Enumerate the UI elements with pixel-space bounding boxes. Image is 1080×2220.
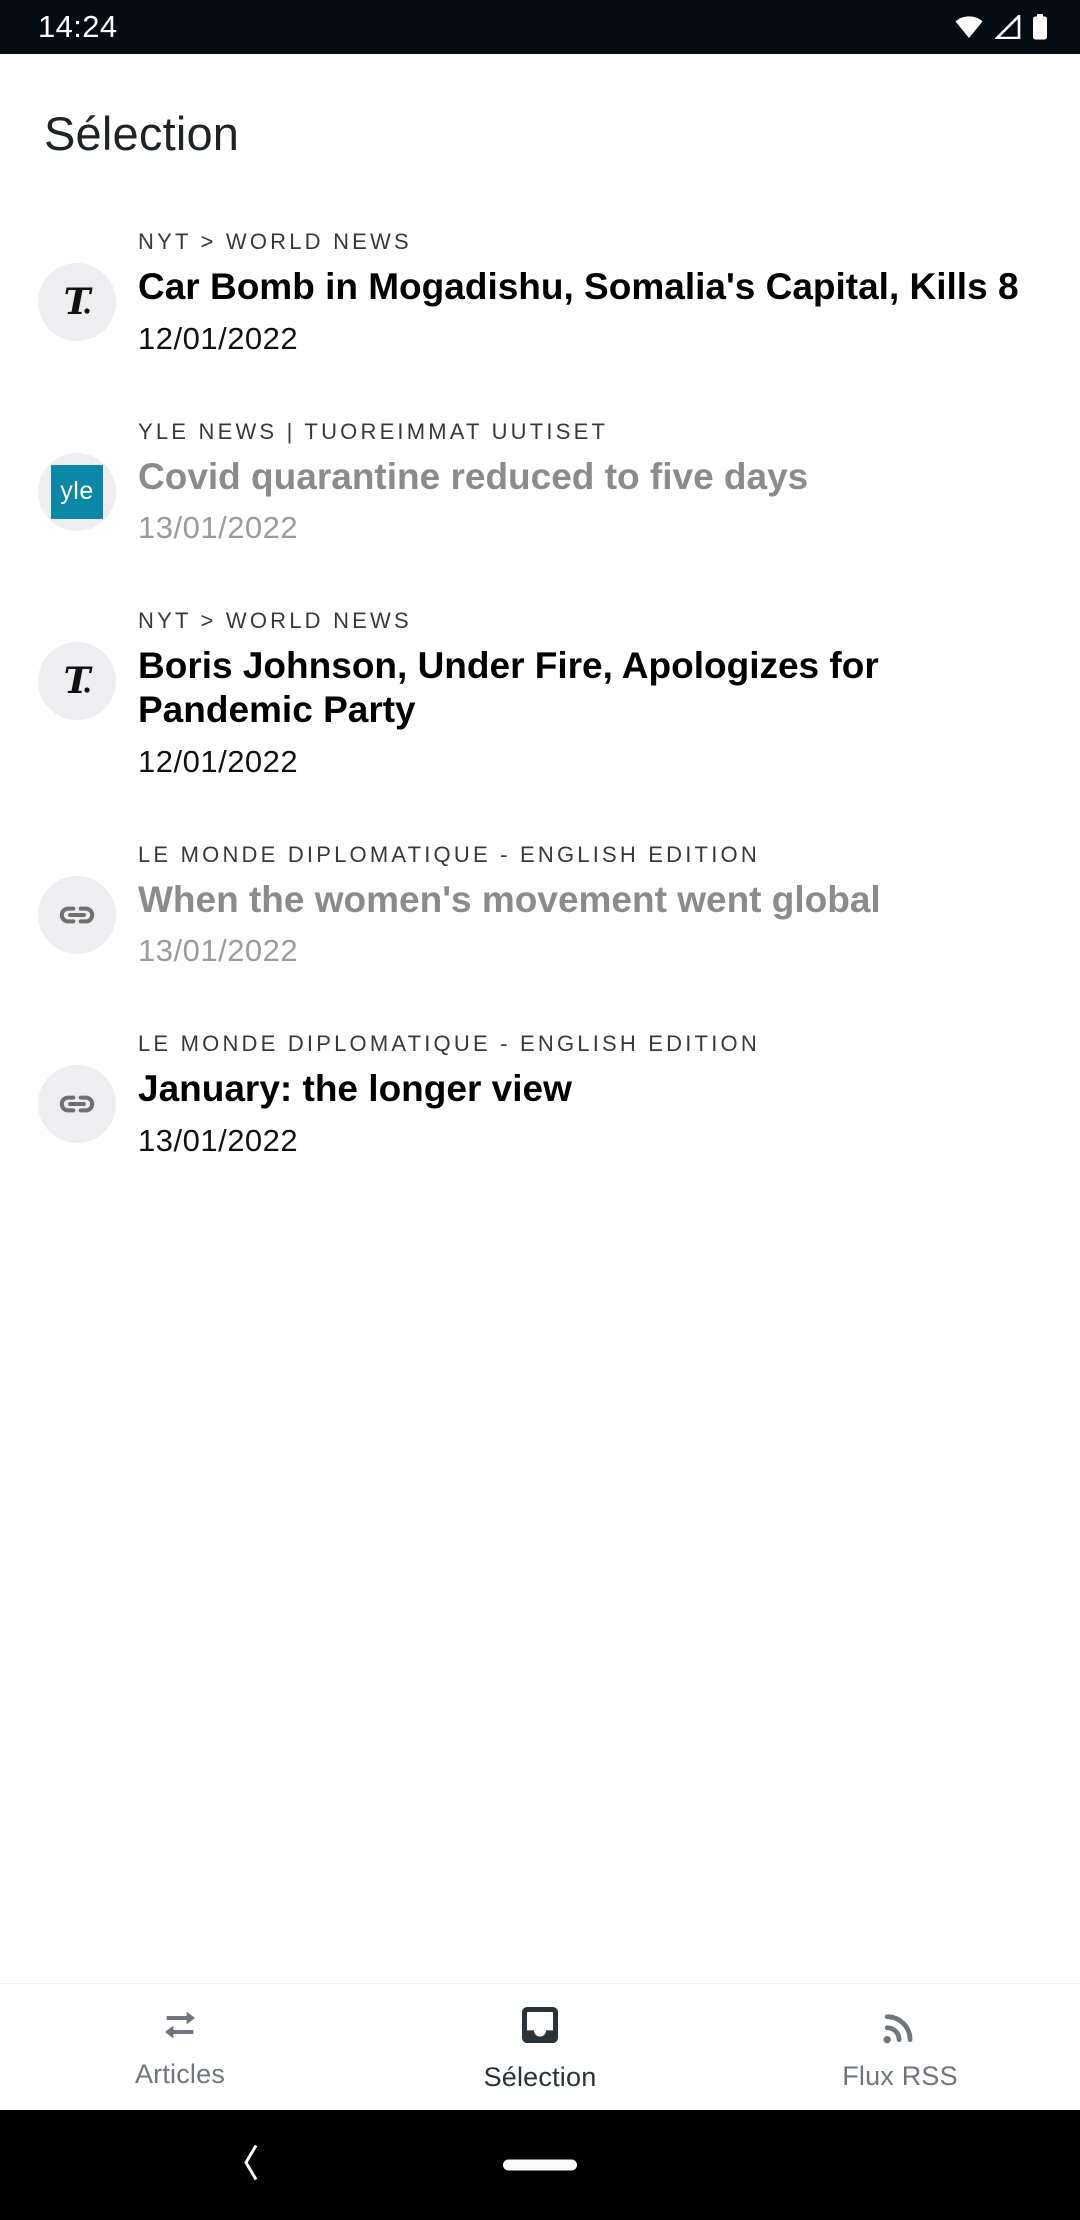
status-bar-clock: 14:24 — [38, 9, 118, 44]
list-item-source: LE MONDE DIPLOMATIQUE - ENGLISH EDITION — [138, 841, 760, 867]
list-item-source: LE MONDE DIPLOMATIQUE - ENGLISH EDITION — [138, 1031, 760, 1057]
list-item[interactable]: T NYT > WORLD NEWS Boris Johnson, Under … — [0, 572, 1080, 805]
list-item-date: 13/01/2022 — [138, 510, 299, 546]
list-item-title: Boris Johnson, Under Fire, Apologizes fo… — [138, 645, 879, 730]
list-item[interactable]: yle YLE NEWS | TUOREIMMAT UUTISET Covid … — [0, 383, 1080, 573]
list-item[interactable]: T NYT > WORLD NEWS Car Bomb in Mogadishu… — [0, 193, 1080, 383]
nav-tab-label: Sélection — [483, 2061, 597, 2092]
yle-logo-text: yle — [51, 464, 103, 519]
app-screen: Sélection T NYT > WORLD NEWS Car Bomb in… — [0, 54, 1080, 2110]
system-navigation-bar — [0, 2110, 1080, 2220]
list-item-source: NYT > WORLD NEWS — [138, 608, 412, 634]
page-title: Sélection — [44, 107, 240, 160]
status-bar-icons — [954, 14, 1048, 40]
link-icon — [38, 1065, 116, 1144]
list-item-date: 13/01/2022 — [138, 933, 299, 969]
swap-arrows-icon — [157, 2005, 203, 2045]
svg-text:T: T — [64, 281, 93, 323]
bottom-navigation: Articles Sélection Flux RSS — [0, 1983, 1080, 2110]
list-item-body: NYT > WORLD NEWS Boris Johnson, Under Fi… — [138, 604, 1050, 779]
nav-tab-label: Flux RSS — [842, 2060, 958, 2091]
nyt-logo-icon: T — [38, 263, 116, 341]
list-item-source: YLE NEWS | TUOREIMMAT UUTISET — [138, 418, 609, 444]
back-chevron-icon[interactable] — [238, 2142, 264, 2189]
nav-tab-articles[interactable]: Articles — [0, 2005, 360, 2090]
selection-list[interactable]: T NYT > WORLD NEWS Car Bomb in Mogadishu… — [0, 193, 1080, 1983]
cellular-signal-icon — [995, 15, 1021, 39]
nav-tab-flux-rss[interactable]: Flux RSS — [720, 2003, 1080, 2092]
list-item-date: 12/01/2022 — [138, 743, 299, 779]
list-item-body: NYT > WORLD NEWS Car Bomb in Mogadishu, … — [138, 225, 1050, 357]
list-item[interactable]: LE MONDE DIPLOMATIQUE - ENGLISH EDITION … — [0, 995, 1080, 1185]
status-bar: 14:24 — [0, 0, 1080, 54]
bookmark-inbox-icon — [517, 2002, 563, 2048]
list-item-title: Covid quarantine reduced to five days — [138, 455, 809, 497]
yle-logo-icon: yle — [38, 452, 116, 531]
link-icon — [38, 875, 116, 954]
home-pill-icon[interactable] — [503, 2159, 577, 2171]
list-item-body: LE MONDE DIPLOMATIQUE - ENGLISH EDITION … — [138, 838, 1050, 970]
list-item-title: When the women's movement went global — [138, 878, 881, 920]
wifi-icon — [954, 15, 984, 39]
svg-text:T: T — [64, 660, 93, 702]
list-item-body: LE MONDE DIPLOMATIQUE - ENGLISH EDITION … — [138, 1027, 1050, 1159]
list-item-date: 13/01/2022 — [138, 1122, 299, 1158]
nyt-logo-icon: T — [38, 642, 116, 721]
nav-tab-label: Articles — [134, 2058, 226, 2089]
list-item[interactable]: LE MONDE DIPLOMATIQUE - ENGLISH EDITION … — [0, 806, 1080, 996]
list-item-title: January: the longer view — [138, 1068, 572, 1110]
rss-icon — [878, 2003, 922, 2047]
list-item-body: YLE NEWS | TUOREIMMAT UUTISET Covid quar… — [138, 415, 1050, 547]
list-item-title: Car Bomb in Mogadishu, Somalia's Capital… — [138, 266, 1019, 307]
battery-icon — [1032, 14, 1048, 40]
app-bar: Sélection — [0, 54, 1080, 193]
nav-tab-selection[interactable]: Sélection — [360, 2002, 720, 2093]
list-item-date: 12/01/2022 — [138, 320, 299, 356]
list-item-source: NYT > WORLD NEWS — [138, 229, 412, 254]
